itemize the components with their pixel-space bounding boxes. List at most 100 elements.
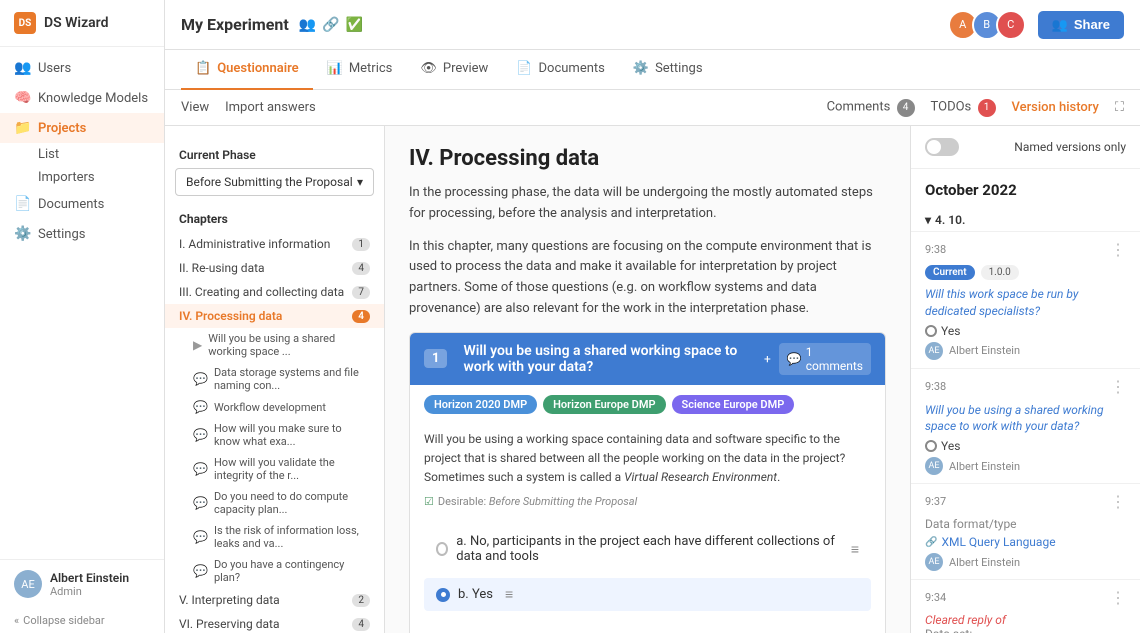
chapter-reusing[interactable]: II. Re-using data 4: [165, 256, 384, 280]
desirable-note-1: ☑ Desirable: Before Submitting the Propo…: [424, 495, 871, 508]
sidebar-label-users: Users: [38, 61, 71, 76]
sidebar-item-list[interactable]: List: [0, 143, 164, 166]
sub-item-compute[interactable]: 💬 Do you need to do compute capacity pla…: [165, 486, 384, 520]
question-1-block: 1 Will you be using a shared working spa…: [409, 332, 886, 633]
sidebar-item-projects[interactable]: 📁 Projects: [0, 113, 164, 143]
check-icon: ☑: [424, 495, 434, 508]
documents-tab-icon: 📄: [516, 61, 532, 76]
named-versions-label: Named versions only: [1014, 140, 1126, 154]
chapter-interpreting-count: 2: [352, 594, 370, 607]
more-options-icon-3[interactable]: ⋮: [1110, 588, 1126, 607]
import-answers-link[interactable]: Import answers: [225, 100, 316, 115]
version-history-link[interactable]: Version history: [1012, 100, 1099, 115]
sub-item-integrity[interactable]: 💬 How will you make sure to know what ex…: [165, 418, 384, 452]
content-area: Current Phase Before Submitting the Prop…: [165, 126, 1140, 633]
option-b[interactable]: b. Yes ≡: [424, 578, 871, 611]
sidebar-item-knowledge-models[interactable]: 🧠 Knowledge Models: [0, 83, 164, 113]
list-icon-b[interactable]: ≡: [505, 586, 513, 603]
tab-metrics[interactable]: 📊 Metrics: [313, 50, 407, 90]
todos-count: 1: [978, 99, 996, 117]
link-icon-2: 🔗: [925, 537, 937, 548]
app-logo-icon: DS: [14, 12, 36, 34]
version-panel-header: Named versions only: [911, 126, 1140, 169]
left-panel: Current Phase Before Submitting the Prop…: [165, 126, 385, 633]
chapter-processing[interactable]: IV. Processing data 4: [165, 304, 384, 328]
sidebar-item-documents[interactable]: 📄 Documents: [0, 189, 164, 219]
radio-b[interactable]: [436, 588, 450, 602]
comment-icon-1: 💬: [193, 400, 208, 414]
sidebar-item-importers[interactable]: Importers: [0, 166, 164, 189]
date-header[interactable]: ▾ 4. 10.: [911, 205, 1140, 231]
entry-1-user: AE Albert Einstein: [925, 457, 1126, 475]
collapse-chevron-icon: «: [14, 614, 19, 627]
sidebar-label-settings: Settings: [38, 227, 85, 242]
comment-button[interactable]: 💬 1 comments: [779, 343, 871, 375]
chapter-creating-count: 7: [352, 286, 370, 299]
question-1-body: Will you be using a working space contai…: [410, 420, 885, 519]
radio-a[interactable]: [436, 542, 448, 556]
sidebar-label-importers: Importers: [38, 170, 95, 185]
chapter-preserving[interactable]: VI. Preserving data 4: [165, 612, 384, 633]
more-options-icon-2[interactable]: ⋮: [1110, 492, 1126, 511]
sub-label-4: How will you validate the integrity of t…: [214, 456, 370, 482]
todos-label: TODOs 1: [931, 99, 996, 117]
more-options-icon-0[interactable]: ⋮: [1110, 240, 1126, 259]
status-icon[interactable]: ✅: [346, 17, 363, 33]
share-label: Share: [1074, 17, 1110, 32]
chapter-preserving-count: 4: [352, 618, 370, 631]
main-area: My Experiment 👥 🔗 ✅ A B C 👥 Share 📋 Ques…: [165, 0, 1140, 633]
tag-horizon-2020: Horizon 2020 DMP: [424, 395, 537, 414]
add-icon[interactable]: +: [764, 352, 771, 366]
sub-item-shared-workspace[interactable]: ▶ Will you be using a shared working spa…: [165, 328, 384, 362]
chevron-down-icon: ▾: [357, 175, 363, 189]
subtoolbar-left: View Import answers: [181, 100, 316, 115]
list-icon-a[interactable]: ≡: [851, 541, 859, 558]
section-desc-1: In the processing phase, the data will b…: [409, 183, 886, 225]
entry-1-question[interactable]: Will you be using a shared working space…: [925, 402, 1126, 436]
history-entry-0: 9:38 ⋮ Current 1.0.0 Will this work spac…: [911, 232, 1140, 369]
section-title: IV. Processing data: [409, 146, 886, 171]
entry-2-user: AE Albert Einstein: [925, 553, 1126, 571]
users-link-icon[interactable]: 👥: [299, 17, 316, 33]
named-versions-toggle[interactable]: [925, 138, 959, 156]
collapse-sidebar-button[interactable]: « Collapse sidebar: [0, 608, 164, 633]
project-icons: 👥 🔗 ✅: [299, 17, 363, 33]
more-options-icon-1[interactable]: ⋮: [1110, 377, 1126, 396]
entry-0-question[interactable]: Will this work space be run by dedicated…: [925, 286, 1126, 320]
sub-label-3: How will you make sure to know what exa.…: [214, 422, 370, 448]
chapter-reusing-count: 4: [352, 262, 370, 275]
history-entry-2: 9:37 ⋮ Data format/type 🔗 XML Query Lang…: [911, 484, 1140, 580]
chapter-preserving-label: VI. Preserving data: [179, 617, 279, 631]
link-icon[interactable]: 🔗: [322, 17, 339, 33]
tab-questionnaire[interactable]: 📋 Questionnaire: [181, 50, 313, 90]
view-link[interactable]: View: [181, 100, 209, 115]
sub-item-contingency[interactable]: 💬 Do you have a contingency plan?: [165, 554, 384, 588]
version-badge: 1.0.0: [981, 265, 1019, 280]
sub-label-1: Data storage systems and file naming con…: [214, 366, 370, 392]
entry-1-time: 9:38 ⋮: [925, 377, 1126, 396]
sidebar-item-users[interactable]: 👥 Users: [0, 53, 164, 83]
entry-3-data-label: Data set:: [925, 627, 1126, 633]
sub-label-2: Workflow development: [214, 401, 326, 414]
tab-preview[interactable]: 👁 Preview: [406, 50, 502, 90]
chapter-creating[interactable]: III. Creating and collecting data 7: [165, 280, 384, 304]
sub-item-data-storage[interactable]: 💬 Data storage systems and file naming c…: [165, 362, 384, 396]
comment-count: 1 comments: [806, 345, 863, 373]
tab-documents[interactable]: 📄 Documents: [502, 50, 619, 90]
sub-item-risk[interactable]: 💬 Is the risk of information loss, leaks…: [165, 520, 384, 554]
option-a[interactable]: a. No, participants in the project each …: [424, 526, 871, 572]
entry-2-data-text: XML Query Language: [941, 535, 1055, 549]
sidebar-item-settings[interactable]: ⚙️ Settings: [0, 219, 164, 249]
question-1-text: Will you be using a working space contai…: [424, 430, 871, 488]
sub-item-workflow[interactable]: 💬 Workflow development: [165, 396, 384, 418]
share-button[interactable]: 👥 Share: [1038, 11, 1124, 39]
entry-0-user: AE Albert Einstein: [925, 342, 1126, 360]
metrics-tab-icon: 📊: [327, 61, 343, 76]
phase-dropdown[interactable]: Before Submitting the Proposal ▾: [175, 168, 374, 196]
tab-settings[interactable]: ⚙️ Settings: [619, 50, 717, 90]
chapter-admin[interactable]: I. Administrative information 1: [165, 232, 384, 256]
sidebar-nav: 👥 Users 🧠 Knowledge Models 📁 Projects Li…: [0, 47, 164, 255]
chapter-interpreting[interactable]: V. Interpreting data 2: [165, 588, 384, 612]
fullscreen-icon[interactable]: ⛶: [1115, 100, 1124, 115]
sub-item-validate[interactable]: 💬 How will you validate the integrity of…: [165, 452, 384, 486]
